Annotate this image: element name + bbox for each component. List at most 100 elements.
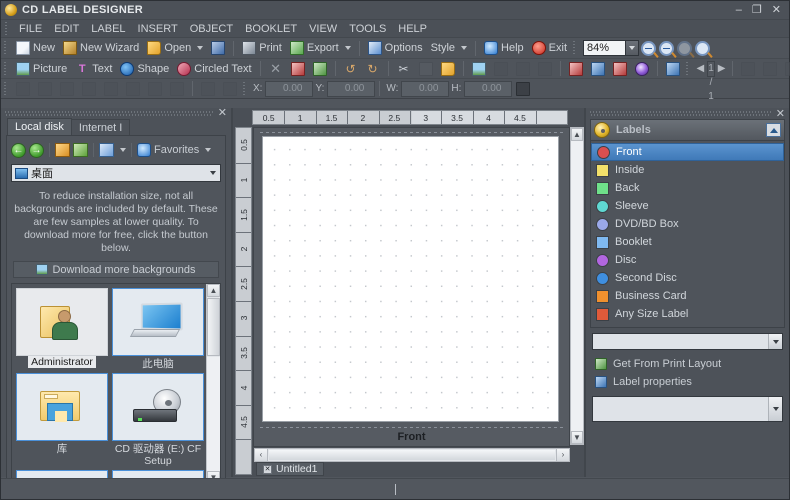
label-list-item-booklet[interactable]: Booklet xyxy=(591,233,784,251)
forward-arrow-icon[interactable]: → xyxy=(29,143,44,158)
label-list-item-dvd-bd-box[interactable]: DVD/BD Box xyxy=(591,215,784,233)
path-combobox[interactable]: 桌面 xyxy=(11,164,221,182)
properties-button[interactable] xyxy=(287,60,309,78)
track-list-button[interactable] xyxy=(565,60,587,78)
layout-dropdown-button[interactable] xyxy=(768,334,782,349)
zoom-input[interactable]: 84% xyxy=(583,40,626,56)
bottom-combobox[interactable] xyxy=(592,396,783,422)
zoom-actual-button[interactable] xyxy=(675,40,693,56)
favorites-label[interactable]: Favorites xyxy=(154,144,199,156)
rotate-right-button[interactable] xyxy=(759,60,781,78)
menu-tools[interactable]: TOOLS xyxy=(343,20,392,38)
right-panel-drag-handle[interactable] xyxy=(590,111,771,116)
insert-table-button[interactable] xyxy=(587,60,609,78)
align-toolbar-grip-icon[interactable] xyxy=(3,82,9,96)
align-center-v-button[interactable] xyxy=(34,80,56,98)
save-button[interactable] xyxy=(207,39,229,57)
align-top-button[interactable] xyxy=(56,80,78,98)
list-item[interactable]: Administrator xyxy=(16,288,108,371)
thumbnail-preview[interactable] xyxy=(16,288,108,356)
x-coordinate-field[interactable]: X: 0.00 xyxy=(253,81,313,97)
collapse-up-icon[interactable] xyxy=(766,123,781,137)
horizontal-ruler[interactable]: 0.511.522.533.544.5 xyxy=(252,110,568,125)
zoom-control[interactable]: 84% xyxy=(583,40,639,56)
group-button[interactable] xyxy=(490,60,512,78)
right-panel-close-icon[interactable]: ✕ xyxy=(776,109,785,119)
label-list-item-second-disc[interactable]: Second Disc xyxy=(591,269,784,287)
list-item[interactable]: 库 xyxy=(16,373,108,468)
disc-button[interactable] xyxy=(631,60,653,78)
canvas-hscroll-thumb[interactable] xyxy=(269,450,555,460)
y-coordinate-field[interactable]: Y: 0.00 xyxy=(315,81,375,97)
download-backgrounds-button[interactable]: Download more backgrounds xyxy=(13,261,219,278)
canvas-horizontal-scrollbar[interactable]: ‹ › xyxy=(254,448,570,462)
labels-list[interactable]: FrontInsideBackSleeveDVD/BD BoxBookletDi… xyxy=(590,141,785,328)
label-properties-button[interactable]: Label properties xyxy=(590,373,785,391)
label-list-item-any-size-label[interactable]: Any Size Label xyxy=(591,305,784,323)
align-center-h-button[interactable] xyxy=(122,80,144,98)
scroll-up-button[interactable]: ▲ xyxy=(207,284,220,297)
zoom-out-button[interactable] xyxy=(657,40,675,56)
label-list-item-inside[interactable]: Inside xyxy=(591,161,784,179)
page-nav-grip-icon[interactable] xyxy=(685,62,691,76)
lock-aspect-button[interactable] xyxy=(512,80,534,98)
menu-view[interactable]: VIEW xyxy=(303,20,343,38)
thumbnail-preview[interactable] xyxy=(112,288,204,356)
y-input[interactable]: 0.00 xyxy=(327,81,375,97)
h-input[interactable]: 0.00 xyxy=(464,81,512,97)
get-from-print-layout-button[interactable]: Get From Print Layout xyxy=(590,355,785,373)
thumbnail-scrollbar[interactable]: ▲ ▼ xyxy=(206,284,220,484)
distribute-h-button[interactable] xyxy=(144,80,166,98)
undo-button[interactable]: ↺ xyxy=(340,60,362,78)
x-input[interactable]: 0.00 xyxy=(265,81,313,97)
layout-combobox[interactable] xyxy=(592,333,783,350)
open-chevron-down-icon[interactable] xyxy=(197,46,203,50)
scrollbar-track[interactable] xyxy=(207,357,220,471)
view-chevron-down-icon[interactable] xyxy=(120,148,126,152)
style-button[interactable]: Style xyxy=(427,39,471,57)
label-list-item-sleeve[interactable]: Sleeve xyxy=(591,197,784,215)
shape-button[interactable]: Shape xyxy=(116,60,173,78)
copy-button[interactable] xyxy=(415,60,437,78)
exit-button[interactable]: Exit xyxy=(528,39,571,57)
canvas-scroll-right-button[interactable]: › xyxy=(556,449,569,461)
menu-grip-icon[interactable] xyxy=(4,22,10,36)
picture-button[interactable]: Picture xyxy=(12,60,71,78)
maximize-button[interactable]: ❐ xyxy=(752,5,762,16)
label-list-item-back[interactable]: Back xyxy=(591,179,784,197)
label-list-item-disc[interactable]: Disc xyxy=(591,251,784,269)
object-toolbar-grip-icon[interactable] xyxy=(3,62,9,76)
align-bottom-button[interactable] xyxy=(100,80,122,98)
paste-button[interactable] xyxy=(437,60,459,78)
zoom-fit-button[interactable] xyxy=(693,40,711,56)
w-input[interactable]: 0.00 xyxy=(401,81,449,97)
thumbnail-preview[interactable] xyxy=(112,373,204,441)
toolbar-grip-icon[interactable] xyxy=(3,41,9,55)
tab-internet[interactable]: Internet I xyxy=(71,119,130,135)
minimize-button[interactable]: – xyxy=(736,5,742,16)
align-left-button[interactable] xyxy=(12,80,34,98)
zoom-dropdown-button[interactable] xyxy=(626,40,639,56)
scrollbar-thumb[interactable] xyxy=(207,298,220,356)
zoom-in-button[interactable] xyxy=(639,40,657,56)
menu-label[interactable]: LABEL xyxy=(85,20,131,38)
zoom-toolbar-grip-icon[interactable] xyxy=(572,41,578,55)
open-button[interactable]: Open xyxy=(143,39,207,57)
new-button[interactable]: New xyxy=(12,39,59,57)
path-dropdown-button[interactable] xyxy=(205,165,220,181)
text-button[interactable]: T Text xyxy=(71,60,116,78)
favorites-chevron-down-icon[interactable] xyxy=(205,148,211,152)
back-arrow-icon[interactable]: ← xyxy=(11,143,26,158)
canvas-scroll-down-button[interactable]: ▼ xyxy=(571,431,583,444)
ungroup-button[interactable] xyxy=(512,60,534,78)
help-button[interactable]: Help xyxy=(480,39,528,57)
page-next-button[interactable]: ▶ xyxy=(715,63,729,74)
file-thumbnail-list[interactable]: Administrator 此电脑 xyxy=(11,283,221,485)
menu-booklet[interactable]: BOOKLET xyxy=(239,20,303,38)
align-right-button[interactable] xyxy=(78,80,100,98)
page-prev-button[interactable]: ◀ xyxy=(694,63,708,74)
favorites-icon[interactable] xyxy=(137,143,151,157)
table-button[interactable] xyxy=(609,60,631,78)
menu-help[interactable]: HELP xyxy=(392,20,433,38)
new-wizard-button[interactable]: New Wizard xyxy=(59,39,143,57)
